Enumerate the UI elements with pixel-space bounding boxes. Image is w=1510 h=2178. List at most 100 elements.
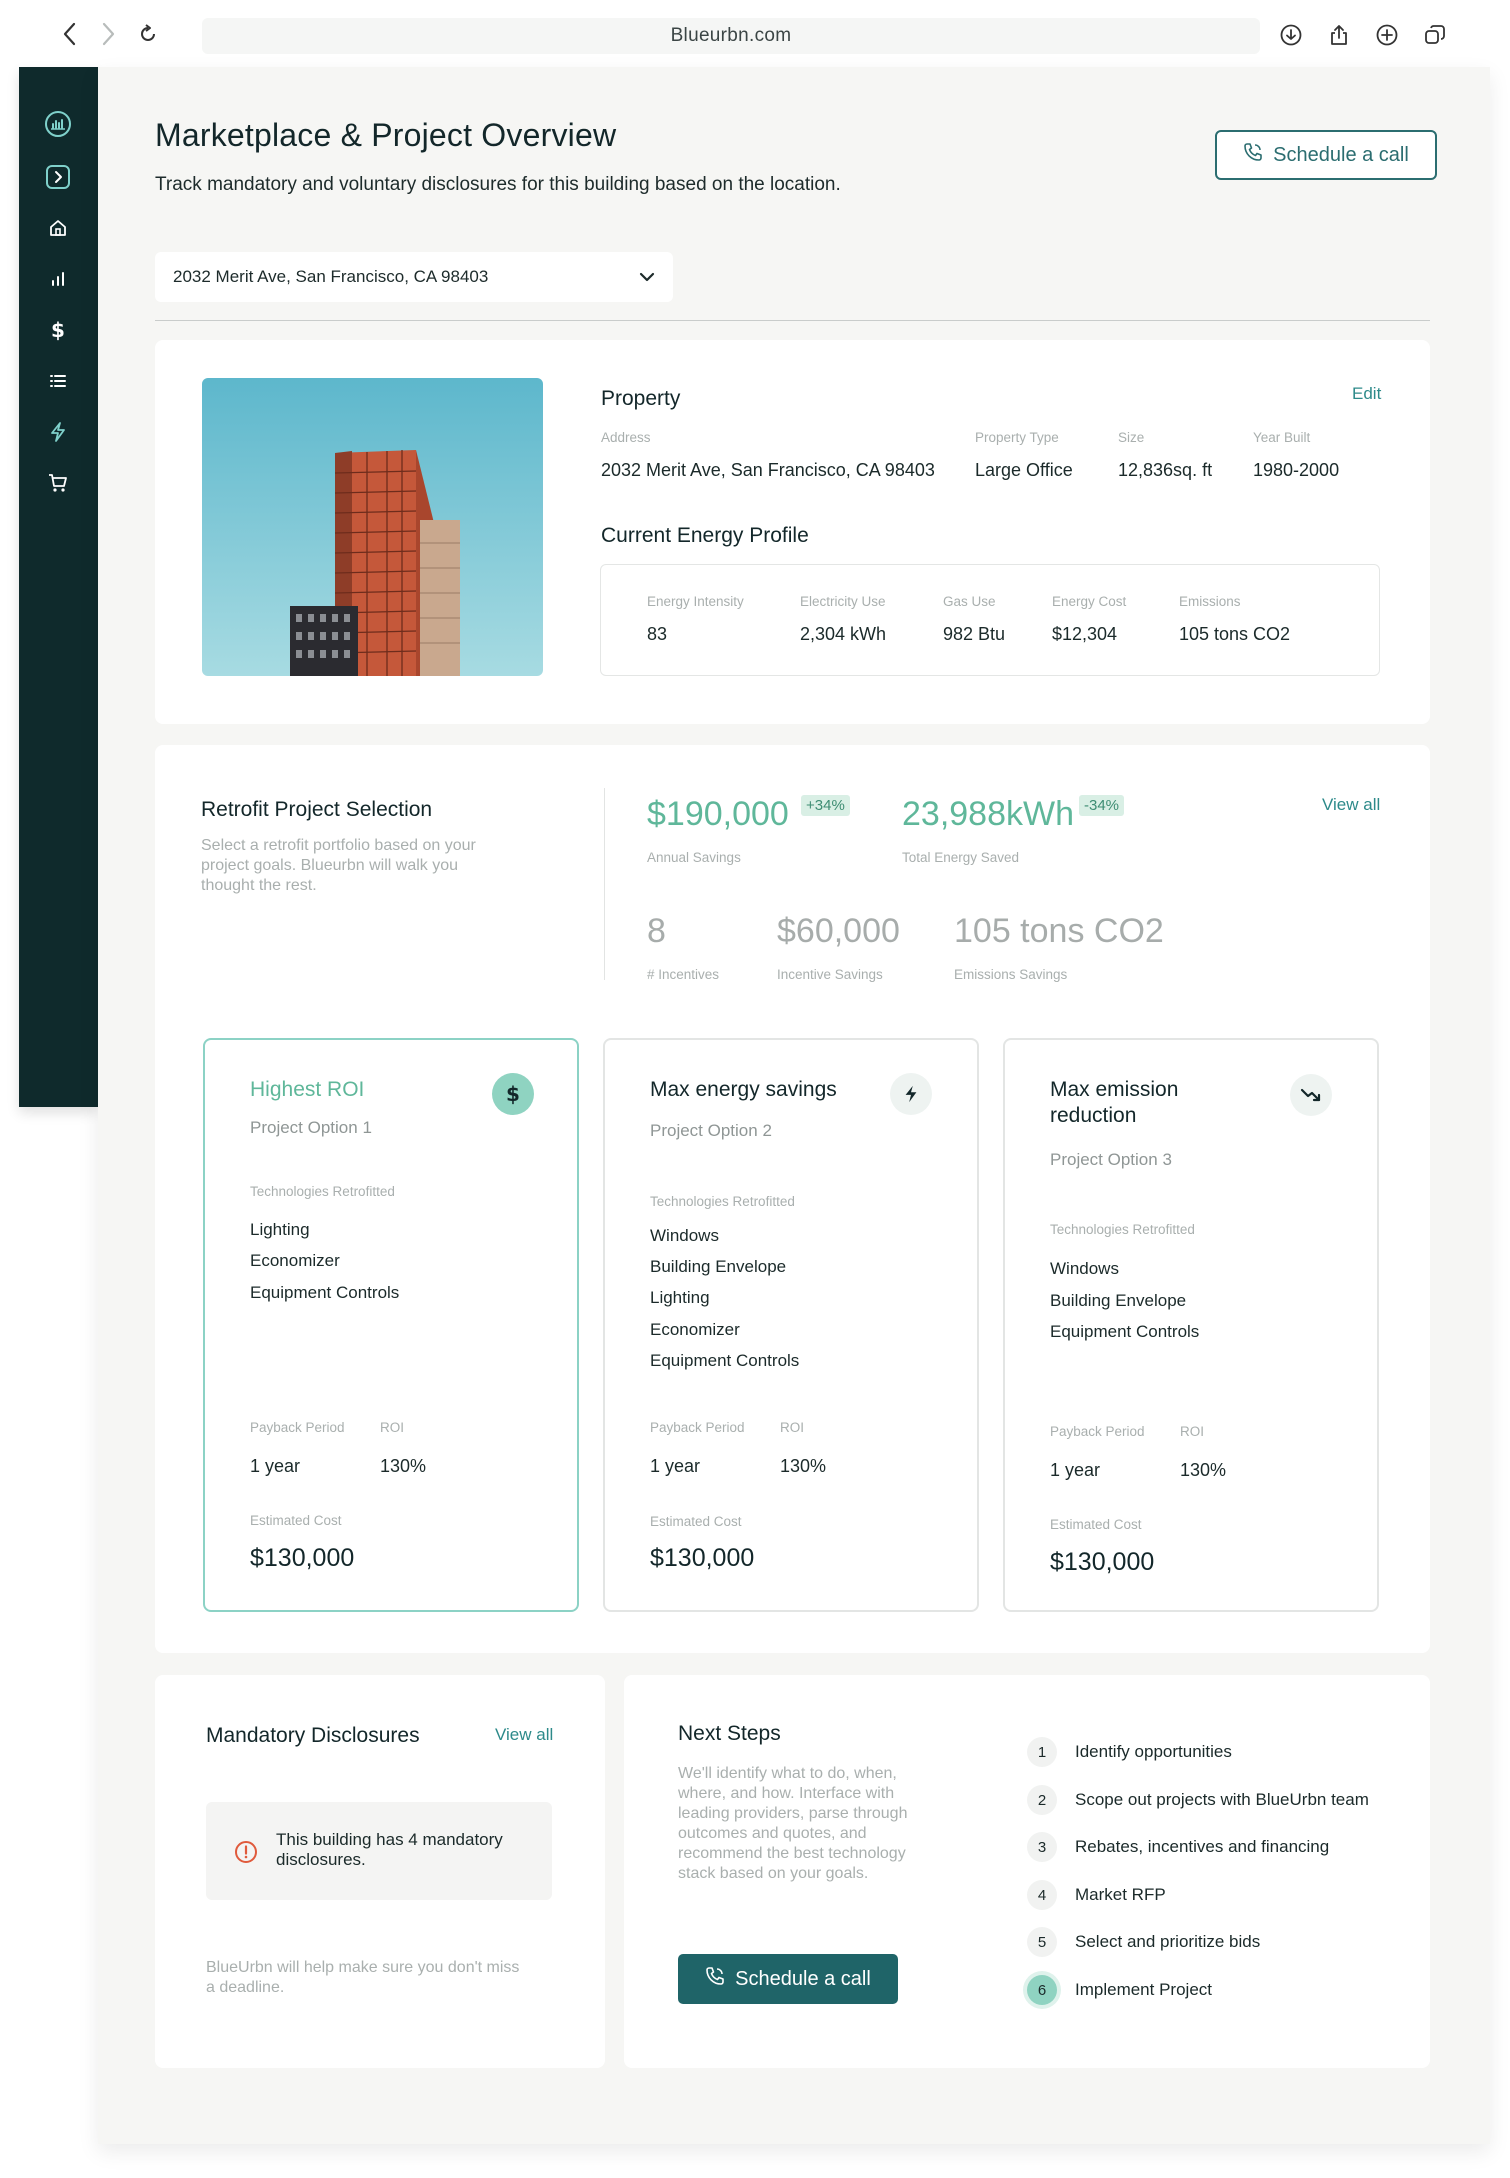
home-icon[interactable] <box>43 213 73 243</box>
expand-sidebar-icon[interactable] <box>43 162 73 192</box>
bolt-icon <box>890 1073 932 1115</box>
cart-icon[interactable] <box>43 468 73 498</box>
step-label[interactable]: Select and prioritize bids <box>1075 1932 1260 1952</box>
option-2-tech-item: Windows <box>650 1226 719 1245</box>
dashboard-logo-icon[interactable] <box>43 109 73 139</box>
option-2-cost-value: $130,000 <box>650 1544 755 1572</box>
electricity-use-label: Electricity Use <box>800 594 886 609</box>
disclosures-footer: BlueUrbn will help make sure you don't m… <box>206 1959 520 1996</box>
schedule-call-secondary-label: Schedule a call <box>735 1967 871 1990</box>
energy-saved-label: Total Energy Saved <box>902 850 1020 865</box>
annual-savings-badge: +34% <box>801 795 850 816</box>
building-photo <box>202 378 543 676</box>
step-label[interactable]: Market RFP <box>1075 1885 1166 1905</box>
option-1-roi-label: ROI <box>380 1420 405 1435</box>
share-icon[interactable] <box>1326 22 1352 48</box>
phone-icon <box>1243 142 1263 168</box>
option-1-title: Highest ROI <box>250 1078 365 1101</box>
option-2-roi-label: ROI <box>780 1420 805 1435</box>
option-1-payback-value: 1 year <box>250 1456 301 1476</box>
option-1-cost-label: Estimated Cost <box>250 1513 342 1528</box>
option-2-payback-label: Payback Period <box>650 1420 745 1435</box>
forward-icon[interactable] <box>94 20 122 48</box>
incentives-label: # Incentives <box>647 967 720 982</box>
new-tab-icon[interactable] <box>1374 22 1400 48</box>
step-number: 4 <box>1027 1880 1057 1910</box>
step-label[interactable]: Scope out projects with BlueUrbn team <box>1075 1790 1369 1810</box>
energy-profile-heading: Current Energy Profile <box>601 524 809 547</box>
option-3-roi-label: ROI <box>1180 1424 1205 1439</box>
option-2-cost-label: Estimated Cost <box>650 1514 742 1529</box>
option-1-tech-label: Technologies Retrofitted <box>250 1184 395 1199</box>
download-icon[interactable] <box>1278 22 1304 48</box>
step-number-active: 6 <box>1027 1975 1057 2005</box>
disclosures-view-all-link[interactable]: View all <box>495 1725 553 1745</box>
back-icon[interactable] <box>56 20 84 48</box>
option-3-roi-value: 130% <box>1180 1460 1227 1480</box>
retrofit-view-all-link[interactable]: View all <box>1322 795 1380 815</box>
energy-cost-label: Energy Cost <box>1052 594 1127 609</box>
property-type-value: Large Office <box>975 460 1073 480</box>
tabs-overview-icon[interactable] <box>1422 22 1448 48</box>
disclosures-heading: Mandatory Disclosures <box>206 1724 420 1747</box>
size-value: 12,836sq. ft <box>1118 460 1213 480</box>
option-3-cost-value: $130,000 <box>1050 1548 1155 1576</box>
option-3-payback-label: Payback Period <box>1050 1424 1145 1439</box>
next-steps-heading: Next Steps <box>678 1722 781 1745</box>
dollar-icon[interactable]: $ <box>43 315 73 345</box>
step-label[interactable]: Identify opportunities <box>1075 1742 1232 1762</box>
option-3-payback-value: 1 year <box>1050 1460 1101 1480</box>
incentive-savings-label: Incentive Savings <box>777 967 883 982</box>
electricity-use-value: 2,304 kWh <box>800 624 887 644</box>
sidebar: $ <box>19 67 98 1107</box>
alert-text-line-2: disclosures. <box>276 1850 366 1869</box>
size-label: Size <box>1118 430 1145 445</box>
step-number: 2 <box>1027 1785 1057 1815</box>
schedule-call-label: Schedule a call <box>1273 143 1409 166</box>
list-icon[interactable] <box>43 366 73 396</box>
retrofit-description: Select a retrofit portfolio based on you… <box>201 837 476 894</box>
chart-icon[interactable] <box>43 264 73 294</box>
year-built-value: 1980-2000 <box>1253 460 1340 480</box>
energy-saved-badge: -34% <box>1079 795 1125 816</box>
edit-property-link[interactable]: Edit <box>1352 384 1381 404</box>
project-option-2-card[interactable]: Max energy savings Project Option 2 Tech… <box>603 1038 979 1612</box>
option-3-tech-item: Windows <box>1050 1259 1119 1278</box>
emissions-savings-label: Emissions Savings <box>954 967 1068 982</box>
option-1-subtitle: Project Option 1 <box>250 1118 372 1137</box>
url-text: Blueurbn.com <box>670 25 792 46</box>
option-1-tech-item: Lighting <box>250 1220 310 1239</box>
disclosure-alert[interactable]: This building has 4 mandatory disclosure… <box>206 1802 552 1900</box>
divider <box>155 320 1430 321</box>
emissions-savings-value: 105 tons CO2 <box>954 912 1164 950</box>
option-3-title-line-1: Max emission <box>1050 1078 1179 1101</box>
bolt-icon[interactable] <box>43 417 73 447</box>
option-3-tech-label: Technologies Retrofitted <box>1050 1222 1195 1237</box>
schedule-call-button-secondary[interactable]: Schedule a call <box>678 1954 898 2004</box>
incentives-value: 8 <box>647 912 666 950</box>
project-option-3-card[interactable]: Max emission reduction Project Option 3 … <box>1003 1038 1379 1612</box>
schedule-call-button[interactable]: Schedule a call <box>1215 130 1437 180</box>
step-number: 3 <box>1027 1832 1057 1862</box>
energy-intensity-label: Energy Intensity <box>647 594 744 609</box>
emissions-value: 105 tons CO2 <box>1179 624 1291 644</box>
option-1-tech-item: Equipment Controls <box>250 1283 400 1302</box>
option-1-tech-item: Economizer <box>250 1251 340 1270</box>
step-label-active[interactable]: Implement Project <box>1075 1980 1212 2000</box>
step-label[interactable]: Rebates, incentives and financing <box>1075 1837 1329 1857</box>
option-2-tech-item: Building Envelope <box>650 1257 787 1276</box>
reload-icon[interactable] <box>134 20 162 48</box>
option-3-title-line-2: reduction <box>1050 1104 1137 1127</box>
option-2-tech-item: Lighting <box>650 1288 710 1307</box>
address-bar[interactable]: Blueurbn.com <box>202 18 1260 54</box>
option-2-tech-label: Technologies Retrofitted <box>650 1194 795 1209</box>
emissions-label: Emissions <box>1179 594 1241 609</box>
project-option-1-card[interactable]: Highest ROI $ Project Option 1 Technolog… <box>203 1038 579 1612</box>
step-number: 5 <box>1027 1927 1057 1957</box>
energy-profile-box <box>600 564 1380 676</box>
option-1-cost-value: $130,000 <box>250 1544 355 1572</box>
dollar-icon: $ <box>492 1073 534 1115</box>
address-dropdown[interactable]: 2032 Merit Ave, San Francisco, CA 98403 <box>155 252 673 302</box>
incentive-savings-value: $60,000 <box>777 912 900 950</box>
trend-down-icon <box>1290 1074 1332 1116</box>
